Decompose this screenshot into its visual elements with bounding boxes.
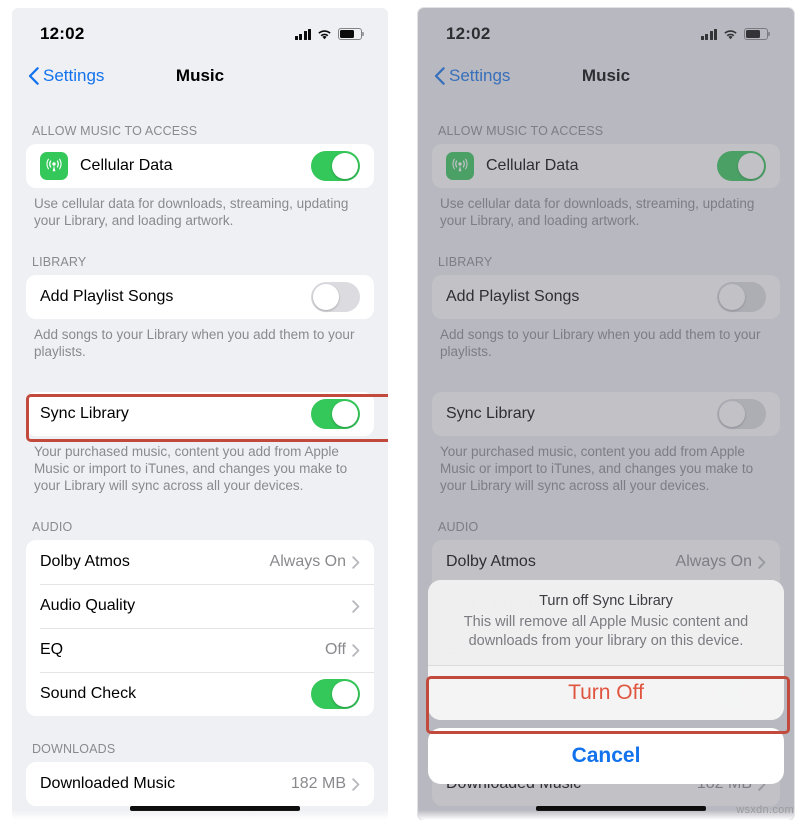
row-eq[interactable]: EQ Off [26,628,374,672]
settings-group-sync-library: Sync Library [26,392,374,436]
settings-group-library: Add Playlist Songs [26,275,374,319]
row-label: Add Playlist Songs [40,288,174,305]
settings-group-audio: Dolby Atmos Always On Audio Quality EQ O… [26,540,374,716]
cellular-bars-icon [700,28,717,40]
row-value: Always On [269,553,346,570]
action-sheet-body: Turn off Sync Library This will remove a… [428,580,784,720]
section-header-library: LIBRARY [32,255,87,269]
settings-scroll-left: ALLOW MUSIC TO ACCESS Cellular Data Use … [12,98,388,806]
chevron-right-icon [352,599,360,613]
action-sheet-message: This will remove all Apple Music content… [463,614,749,649]
section-header-audio: AUDIO [32,520,73,534]
row-label: Audio Quality [40,597,136,614]
back-to-settings-button[interactable]: Settings [434,66,510,86]
row-cellular-data[interactable]: Cellular Data [432,144,780,188]
toggle-sync-library[interactable] [311,399,360,429]
phone-screenshot-left: 12:02 Settings Music ALLOW MUSIC TO ACCE… [12,8,388,820]
row-label: EQ [40,641,64,658]
screenshot-stage: 12:02 Settings Music ALLOW MUSIC TO ACCE… [0,0,800,820]
status-icon-group [700,28,771,40]
row-value: 182 MB [290,775,346,792]
chevron-right-icon [758,555,766,569]
battery-icon [338,28,365,40]
toggle-cellular-data[interactable] [311,151,360,181]
battery-icon [744,28,771,40]
wifi-icon [723,29,738,40]
row-label: Dolby Atmos [446,553,536,570]
settings-group-allow-access: Cellular Data [26,144,374,188]
back-to-settings-button[interactable]: Settings [28,66,104,86]
status-clock: 12:02 [40,24,85,43]
row-add-playlist-songs[interactable]: Add Playlist Songs [26,275,374,319]
row-value: Off [324,641,346,658]
row-sync-library[interactable]: Sync Library [26,392,374,436]
section-header-allow-access: ALLOW MUSIC TO ACCESS [32,124,198,138]
row-label: Sync Library [446,405,535,422]
row-sound-check[interactable]: Sound Check [26,672,374,716]
row-label: Dolby Atmos [40,553,130,570]
row-label: Cellular Data [80,157,173,174]
chevron-right-icon [352,643,360,657]
cellular-bars-icon [294,28,311,40]
back-label: Settings [449,66,511,85]
toggle-sound-check[interactable] [311,679,360,709]
row-cellular-data[interactable]: Cellular Data [26,144,374,188]
section-header-sync [432,360,780,392]
row-label: Sync Library [40,405,129,422]
status-clock: 12:02 [446,24,491,43]
nav-bar: Settings Music [12,54,388,98]
cancel-button[interactable]: Cancel [428,728,784,784]
chevron-right-icon [352,777,360,791]
settings-group-sync-library: Sync Library [432,392,780,436]
settings-group-allow-access: Cellular Data [432,144,780,188]
phone-screenshot-right: 12:02 Settings Music ALLOW MUSIC TO ACCE… [418,8,794,820]
row-add-playlist-songs[interactable]: Add Playlist Songs [432,275,780,319]
action-sheet-title: Turn off Sync Library [539,593,673,609]
toggle-add-playlist-songs[interactable] [717,282,766,312]
wifi-icon [317,29,332,40]
row-label: Cellular Data [486,157,579,174]
cellular-antenna-icon [40,152,68,180]
status-icon-group [294,28,365,40]
chevron-left-icon [28,67,39,85]
section-header-audio: AUDIO [438,520,479,534]
row-dolby-atmos[interactable]: Dolby Atmos Always On [432,540,780,584]
section-header-allow-access: ALLOW MUSIC TO ACCESS [438,124,604,138]
settings-group-downloads: Downloaded Music 182 MB [26,762,374,806]
row-value: Always On [675,553,752,570]
row-sync-library[interactable]: Sync Library [432,392,780,436]
footnote-cellular-data: Use cellular data for downloads, streami… [440,196,755,228]
row-label: Downloaded Music [40,775,176,792]
row-dolby-atmos[interactable]: Dolby Atmos Always On [26,540,374,584]
section-header-library: LIBRARY [438,255,493,269]
action-sheet-turn-off-sync-library: Turn off Sync Library This will remove a… [428,580,784,784]
settings-group-library: Add Playlist Songs [432,275,780,319]
toggle-add-playlist-songs[interactable] [311,282,360,312]
row-label: Add Playlist Songs [446,288,580,305]
turn-off-button[interactable]: Turn Off [428,666,784,720]
row-downloaded-music[interactable]: Downloaded Music 182 MB [26,762,374,806]
status-bar: 12:02 [418,8,794,54]
chevron-right-icon [352,555,360,569]
footnote-add-playlist-songs: Add songs to your Library when you add t… [440,327,761,359]
section-header-downloads: DOWNLOADS [32,742,116,756]
back-label: Settings [43,66,105,85]
chevron-left-icon [434,67,445,85]
row-audio-quality[interactable]: Audio Quality [26,584,374,628]
nav-bar: Settings Music [418,54,794,98]
footnote-add-playlist-songs: Add songs to your Library when you add t… [34,327,355,359]
bottom-fade-left [12,810,388,820]
status-bar: 12:02 [12,8,388,54]
cellular-antenna-icon [446,152,474,180]
footnote-sync-library: Your purchased music, content you add fr… [440,444,754,493]
footnote-cellular-data: Use cellular data for downloads, streami… [34,196,349,228]
section-header-sync [26,360,374,392]
toggle-cellular-data[interactable] [717,151,766,181]
watermark: wsxdn.com [736,804,794,816]
action-sheet-message-area: Turn off Sync Library This will remove a… [428,580,784,665]
row-label: Sound Check [40,685,137,702]
footnote-sync-library: Your purchased music, content you add fr… [34,444,348,493]
toggle-sync-library[interactable] [717,399,766,429]
